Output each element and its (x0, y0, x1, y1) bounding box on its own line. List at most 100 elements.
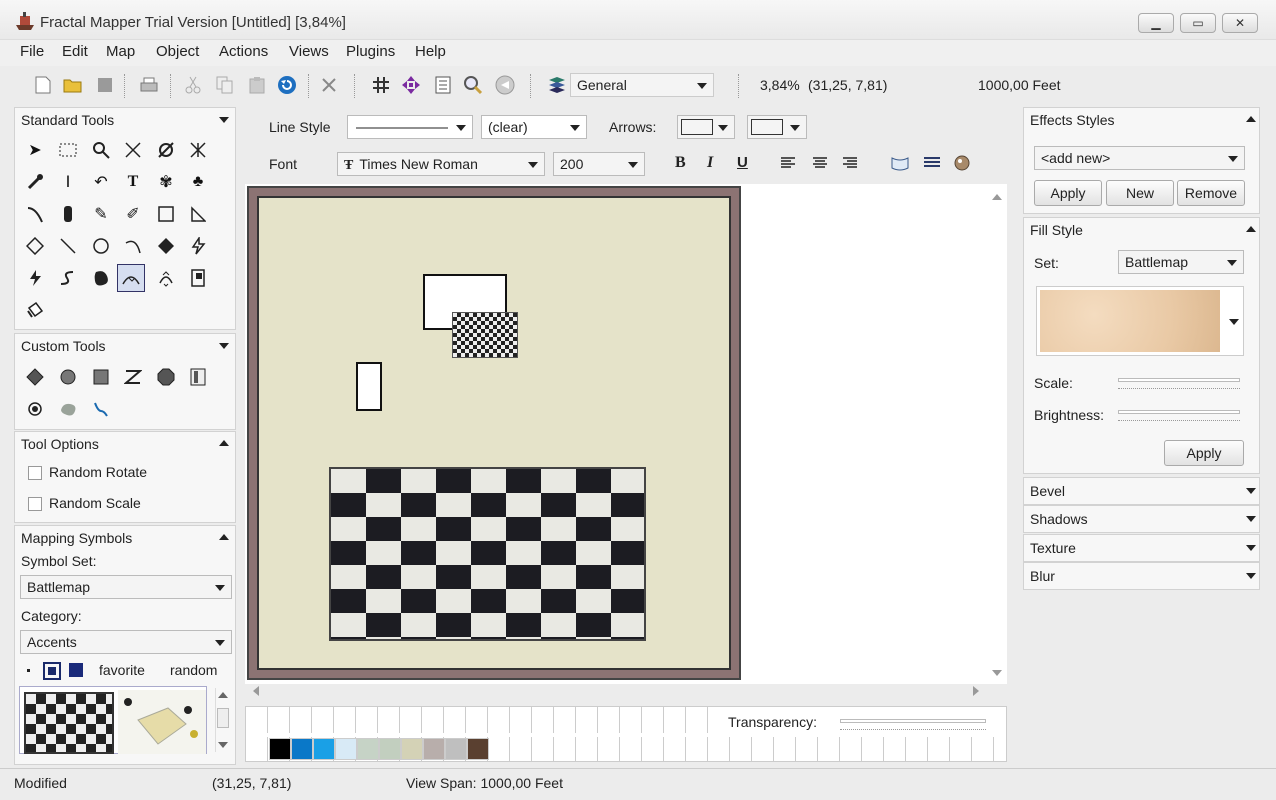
menu-help[interactable]: Help (415, 43, 446, 60)
refresh-icon[interactable] (494, 74, 516, 96)
shadows-expand-icon[interactable] (1246, 516, 1256, 522)
rotate-node-icon[interactable] (152, 136, 180, 164)
random-rotate-checkbox[interactable] (28, 466, 42, 480)
save-icon[interactable] (94, 74, 116, 96)
node-edit-icon[interactable] (119, 136, 147, 164)
color-swatch[interactable] (291, 738, 313, 760)
align-center-icon[interactable] (809, 152, 831, 174)
map-canvas[interactable] (245, 184, 1007, 696)
menu-file[interactable]: File (20, 43, 44, 60)
properties-icon[interactable] (432, 74, 454, 96)
text-frame-icon[interactable] (889, 152, 911, 174)
bolt-filled-icon[interactable] (21, 264, 49, 292)
custom-target-icon[interactable] (21, 395, 49, 423)
bold-button[interactable]: B (675, 154, 686, 172)
transparency-slider[interactable] (840, 716, 986, 730)
narrow-rectangle-shape[interactable] (356, 362, 382, 411)
fill-set-select[interactable]: Battlemap (1118, 250, 1244, 274)
paper-scrap-symbol[interactable] (118, 690, 206, 754)
rect-select-icon[interactable] (54, 136, 82, 164)
arc-path-tool-icon[interactable] (117, 264, 145, 292)
shadows-section[interactable]: Shadows (1023, 505, 1260, 533)
undo-icon[interactable] (276, 74, 298, 96)
arrow-start-select[interactable] (677, 115, 735, 139)
mapping-symbols-collapse-icon[interactable] (219, 534, 229, 540)
line-curve-icon[interactable] (21, 200, 49, 228)
circle-tool-icon[interactable] (87, 232, 115, 260)
tree-stamp-icon[interactable]: ♣ (184, 168, 212, 196)
layer-select[interactable]: General (570, 73, 714, 97)
brush-icon[interactable]: ✐ (119, 200, 147, 228)
text-path-icon[interactable]: Ⅰ (54, 168, 82, 196)
scale-node-icon[interactable] (184, 136, 212, 164)
align-left-icon[interactable] (777, 152, 799, 174)
filled-diamond-icon[interactable] (152, 232, 180, 260)
menu-map[interactable]: Map (106, 43, 135, 60)
new-file-icon[interactable] (32, 74, 54, 96)
tool-options-collapse-icon[interactable] (219, 440, 229, 446)
standard-tools-collapse-icon[interactable] (219, 117, 229, 123)
maximize-button[interactable]: ▭ (1180, 13, 1216, 33)
arrow-end-select[interactable] (747, 115, 807, 139)
effects-styles-collapse-icon[interactable] (1246, 116, 1256, 122)
checkerboard-symbol[interactable] (24, 692, 114, 754)
copy-icon[interactable] (214, 74, 236, 96)
texture-section[interactable]: Texture (1023, 534, 1260, 562)
delete-icon[interactable] (318, 74, 340, 96)
color-swatch[interactable] (269, 738, 291, 760)
eyedropper-icon[interactable] (21, 168, 49, 196)
rectangle-tool-icon[interactable] (152, 200, 180, 228)
custom-tools-collapse-icon[interactable] (219, 343, 229, 349)
blur-expand-icon[interactable] (1246, 573, 1256, 579)
custom-rock-icon[interactable] (54, 395, 82, 423)
paste-icon[interactable] (246, 74, 268, 96)
menu-plugins[interactable]: Plugins (346, 43, 395, 60)
color-swatch[interactable] (379, 738, 401, 760)
grid-icon[interactable] (370, 74, 392, 96)
pencil-icon[interactable]: ✎ (87, 200, 115, 228)
random-scale-checkbox[interactable] (28, 497, 42, 511)
wall-tool-icon[interactable] (54, 200, 82, 228)
apply-style-button[interactable]: Apply (1034, 180, 1102, 206)
underline-button[interactable]: U (737, 154, 748, 171)
color-swatch[interactable] (335, 738, 357, 760)
align-right-icon[interactable] (839, 152, 861, 174)
color-swatch[interactable] (357, 738, 379, 760)
custom-octagon-icon[interactable] (152, 363, 180, 391)
custom-stairs-icon[interactable] (119, 363, 147, 391)
menu-actions[interactable]: Actions (219, 43, 268, 60)
custom-colors-row[interactable] (246, 707, 718, 733)
bevel-expand-icon[interactable] (1246, 488, 1256, 494)
custom-river-icon[interactable] (87, 395, 115, 423)
favorite-link[interactable]: favorite (99, 662, 145, 678)
diamond-tool-icon[interactable] (21, 232, 49, 260)
large-view-icon[interactable] (69, 663, 83, 677)
magnify-icon[interactable] (87, 136, 115, 164)
select-arrow-icon[interactable]: ➤ (21, 136, 49, 164)
menu-views[interactable]: Views (289, 43, 329, 60)
layers-icon[interactable] (546, 74, 568, 96)
apply-fill-button[interactable]: Apply (1164, 440, 1244, 466)
fill-bucket-icon[interactable] (21, 296, 49, 324)
color-swatch[interactable] (445, 738, 467, 760)
symbol-set-select[interactable]: Battlemap (20, 575, 232, 599)
checkerboard-floor-shape[interactable] (329, 467, 646, 641)
color-swatch[interactable] (423, 738, 445, 760)
s-curve-icon[interactable] (54, 264, 82, 292)
vertical-scrollbar[interactable] (990, 190, 1004, 678)
bevel-section[interactable]: Bevel (1023, 477, 1260, 505)
medium-view-icon[interactable] (43, 662, 61, 680)
zoom-icon[interactable] (462, 74, 484, 96)
close-button[interactable]: ✕ (1222, 13, 1258, 33)
custom-door-icon[interactable] (184, 363, 212, 391)
category-select[interactable]: Accents (20, 630, 232, 654)
custom-square-icon[interactable] (87, 363, 115, 391)
line-tool-icon[interactable] (54, 232, 82, 260)
texture-expand-icon[interactable] (1246, 545, 1256, 551)
menu-object[interactable]: Object (156, 43, 199, 60)
line-style-select[interactable] (347, 115, 473, 139)
horizontal-scrollbar[interactable] (249, 684, 989, 698)
effect-style-select[interactable]: <add new> (1034, 146, 1245, 170)
pan-icon[interactable] (400, 74, 422, 96)
gallery-scrollbar[interactable] (215, 688, 229, 752)
